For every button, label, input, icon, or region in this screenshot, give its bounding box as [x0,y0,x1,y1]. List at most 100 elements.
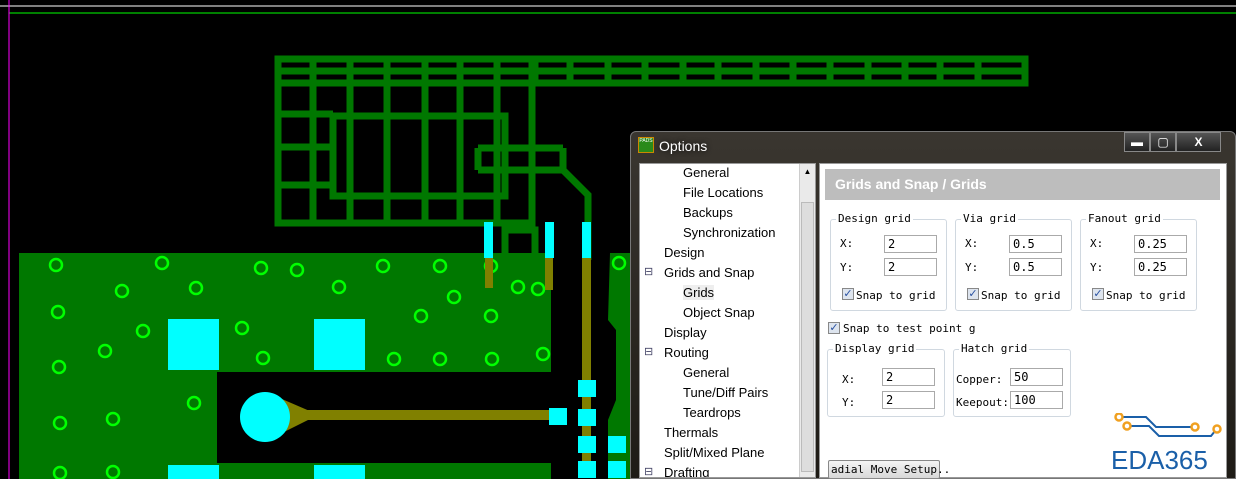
display-grid-legend: Display grid [833,342,917,355]
copper-label: Copper: [956,373,1003,386]
tree-item[interactable]: Grids [683,285,715,300]
via-grid-group: Via grid X: Y: 0.5 0.5 ✓ Snap to grid [955,212,1072,311]
via_grid-y-label: Y: [965,261,979,274]
tree-item-label: Display [664,325,707,340]
tree-item[interactable]: ⊟ Routing [644,345,709,360]
tree-item[interactable]: Synchronization [683,225,776,240]
display-grid-group: Display grid X: Y: 2 2 [827,342,945,417]
pad [484,222,493,258]
radial-move-setup-button[interactable]: adial Move Setup.. [828,460,950,479]
dialog-title: Options [659,138,708,154]
fanout_grid-y-input[interactable]: 0.25 [1134,258,1187,276]
tree-item[interactable]: Object Snap [683,305,755,320]
pad [578,436,596,453]
copper-pour [19,253,551,479]
design-grid-group: Design grid X: Y: 2 2 ✓ Snap to grid [830,212,947,311]
tree-item-label: Teardrops [683,405,741,420]
design_grid-y-label: Y: [840,261,854,274]
collapse-icon[interactable]: ⊟ [644,265,653,278]
design_grid-x-label: X: [840,237,854,250]
tree-item-label: Object Snap [683,305,755,320]
tree-item-label: Routing [664,345,709,360]
pads-app-icon: PADS [638,137,654,153]
design_grid-snap-checkbox[interactable]: ✓ [842,288,854,300]
settings-panel: Grids and Snap / Grids Design grid X: Y: 2 2… [819,163,1227,479]
tree-item[interactable]: Design [664,245,704,260]
tree-item-label: Drafting [664,465,710,478]
pad [578,380,596,397]
keepout-label: Keepout: [956,396,1009,409]
tree-item-label: Grids and Snap [664,265,755,280]
hatch-grid-group: Hatch grid Copper: Keepout: 50 100 [953,342,1071,417]
design_grid-x-input[interactable]: 2 [884,235,937,253]
tree-item[interactable]: General [683,165,729,180]
pad [314,465,365,479]
tree-item[interactable]: Thermals [664,425,718,440]
pad [608,436,626,453]
watermark-text: EDA365 [1111,445,1208,475]
via_grid-snap-checkbox[interactable]: ✓ [967,288,979,300]
minimize-button[interactable]: ▬ [1124,132,1150,152]
pad [578,409,596,426]
via_grid-legend: Via grid [961,212,1018,225]
fanout_grid-x-label: X: [1090,237,1104,250]
tree-item-label: Split/Mixed Plane [664,445,765,460]
pad [168,319,219,370]
copper-input[interactable]: 50 [1010,368,1063,386]
trace [485,258,493,288]
scroll-up-icon[interactable]: ▲ [800,167,815,176]
collapse-icon[interactable]: ⊟ [644,465,653,477]
design_grid-y-input[interactable]: 2 [884,258,937,276]
pad [578,461,596,478]
display-grid-x-input[interactable]: 2 [882,368,935,386]
fanout-grid-group: Fanout grid X: Y: 0.25 0.25 ✓ Snap to grid [1080,212,1197,311]
fanout_grid-snap-checkbox[interactable]: ✓ [1092,288,1104,300]
display-grid-y-input[interactable]: 2 [882,391,935,409]
tree-scrollbar[interactable]: ▲ [799,164,815,477]
via_grid-x-label: X: [965,237,979,250]
close-button[interactable]: X [1176,132,1221,152]
trace [285,410,550,420]
tree-item-label: Thermals [664,425,719,440]
eda365-logo: EDA365 [1111,413,1226,475]
round-pad [240,392,290,442]
snap-test-point-label: Snap to test point g [843,322,976,335]
pad [582,222,591,258]
pad [608,461,626,478]
tree-item[interactable]: Backups [683,205,733,220]
tree-item-label: Tune/Diff Pairs [683,385,769,400]
tree-item[interactable]: Teardrops [683,405,741,420]
tree-item-label: Design [664,245,705,260]
tree-item[interactable]: File Locations [683,185,763,200]
via_grid-y-input[interactable]: 0.5 [1009,258,1062,276]
tree-item[interactable]: Tune/Diff Pairs [683,385,768,400]
tree-item[interactable]: ⊟ Drafting [644,465,710,478]
via_grid-x-input[interactable]: 0.5 [1009,235,1062,253]
keepout-input[interactable]: 100 [1010,391,1063,409]
tree-item-label: General [683,165,730,180]
options-dialog: PADS Options ▬ ▢ X General File Locations… [630,131,1236,479]
panel-header: Grids and Snap / Grids [825,169,1220,200]
collapse-icon[interactable]: ⊟ [644,345,653,358]
fanout_grid-snap-label: Snap to grid [1106,289,1186,302]
snap-test-point-checkbox[interactable]: ✓ [828,322,840,334]
tree-item-label: General [683,365,730,380]
scrollbar-thumb[interactable] [801,202,814,472]
tree-item[interactable]: ⊟ Grids and Snap [644,265,755,280]
design_grid-snap-label: Snap to grid [856,289,936,302]
pad [314,319,365,370]
pad [549,408,567,425]
hatch-grid-legend: Hatch grid [959,342,1030,355]
tree-item-label: File Locations [683,185,764,200]
tree-item-label: Grids [683,285,715,300]
pad [545,222,554,258]
fanout_grid-x-input[interactable]: 0.25 [1134,235,1187,253]
maximize-button[interactable]: ▢ [1150,132,1176,152]
tree-item[interactable]: Display [664,325,707,340]
tree-item[interactable]: Split/Mixed Plane [664,445,764,460]
title-bar[interactable]: PADS Options ▬ ▢ X [631,132,1235,160]
tree-item[interactable]: General [683,365,729,380]
via_grid-snap-label: Snap to grid [981,289,1061,302]
fanout_grid-y-label: Y: [1090,261,1104,274]
options-tree: General File Locations Backups Synchronizat… [639,163,816,478]
